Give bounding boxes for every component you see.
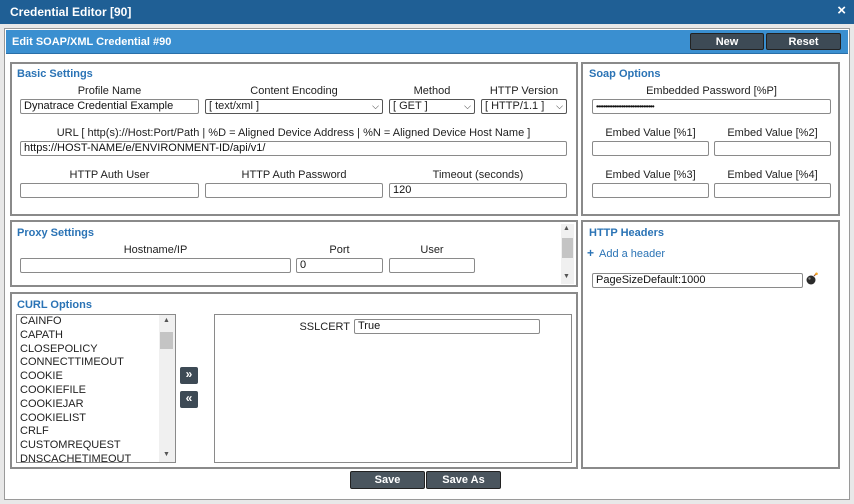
header-input[interactable]: PageSizeDefault:1000 bbox=[592, 273, 803, 288]
close-icon[interactable]: × bbox=[837, 0, 846, 22]
embed-value-1-label: Embed Value [%1] bbox=[605, 127, 696, 139]
scroll-up-icon[interactable]: ▲ bbox=[163, 317, 170, 324]
embed-value-3-label: Embed Value [%3] bbox=[605, 169, 696, 181]
save-button[interactable]: Save bbox=[350, 471, 425, 489]
http-headers-title: HTTP Headers bbox=[589, 227, 664, 239]
add-header-link[interactable]: Add a header bbox=[599, 248, 665, 260]
list-item[interactable]: COOKIELIST bbox=[17, 412, 175, 426]
proxy-user-input[interactable] bbox=[389, 258, 475, 273]
new-button[interactable]: New bbox=[690, 33, 764, 50]
embed-value-4-input[interactable] bbox=[714, 183, 831, 198]
method-select[interactable]: [ GET ] ⌵ bbox=[389, 99, 475, 114]
proxy-user-label: User bbox=[420, 244, 444, 256]
embedded-password-input[interactable]: •••••••••••••••••••••••••••••••• bbox=[592, 99, 831, 114]
embed-value-4-label: Embed Value [%4] bbox=[727, 169, 818, 181]
auth-password-input[interactable] bbox=[205, 183, 383, 198]
url-input[interactable]: https://HOST-NAME/e/ENVIRONMENT-ID/api/v… bbox=[20, 141, 567, 156]
curl-scroll-thumb[interactable] bbox=[160, 332, 173, 349]
proxy-settings-title: Proxy Settings bbox=[17, 227, 95, 239]
method-label: Method bbox=[413, 85, 451, 97]
auth-user-label: HTTP Auth User bbox=[69, 169, 150, 181]
embedded-password-label: Embedded Password [%P] bbox=[646, 85, 777, 97]
list-item[interactable]: CUSTOMREQUEST bbox=[17, 439, 175, 453]
save-as-button[interactable]: Save As bbox=[426, 471, 501, 489]
window-title: Credential Editor [90] bbox=[0, 0, 854, 24]
chevron-down-icon: ⌵ bbox=[464, 101, 471, 111]
list-item[interactable]: CONNECTTIMEOUT bbox=[17, 356, 175, 370]
embed-value-1-input[interactable] bbox=[592, 141, 709, 156]
curl-options-list[interactable]: CAINFO CAPATH CLOSEPOLICY CONNECTTIMEOUT… bbox=[16, 314, 176, 463]
method-value: [ GET ] bbox=[393, 100, 428, 112]
editor-title: Edit SOAP/XML Credential #90 bbox=[12, 36, 172, 48]
sslcert-input[interactable]: True bbox=[354, 319, 540, 334]
list-item[interactable]: COOKIEJAR bbox=[17, 398, 175, 412]
list-item[interactable]: COOKIE bbox=[17, 370, 175, 384]
timeout-label: Timeout (seconds) bbox=[432, 169, 524, 181]
proxy-hostname-label: Hostname/IP bbox=[123, 244, 188, 256]
auth-password-label: HTTP Auth Password bbox=[241, 169, 347, 181]
scroll-down-icon[interactable]: ▼ bbox=[163, 451, 170, 458]
proxy-port-label: Port bbox=[329, 244, 350, 256]
embed-value-2-input[interactable] bbox=[714, 141, 831, 156]
timeout-input[interactable]: 120 bbox=[389, 183, 567, 198]
list-item[interactable]: COOKIEFILE bbox=[17, 384, 175, 398]
scroll-up-icon[interactable]: ▲ bbox=[563, 225, 570, 232]
list-item[interactable]: CLOSEPOLICY bbox=[17, 343, 175, 357]
url-label: URL [ http(s)://Host:Port/Path | %D = Al… bbox=[56, 127, 531, 139]
scroll-down-icon[interactable]: ▼ bbox=[563, 273, 570, 280]
curl-options-title: CURL Options bbox=[17, 299, 92, 311]
bomb-icon[interactable] bbox=[805, 272, 819, 286]
list-item[interactable]: CAINFO bbox=[17, 315, 175, 329]
http-version-value: [ HTTP/1.1 ] bbox=[485, 100, 545, 112]
list-item[interactable]: CRLF bbox=[17, 425, 175, 439]
proxy-scroll-thumb[interactable] bbox=[562, 238, 573, 258]
embed-value-3-input[interactable] bbox=[592, 183, 709, 198]
list-item[interactable]: DNSCACHETIMEOUT bbox=[17, 453, 175, 462]
proxy-hostname-input[interactable] bbox=[20, 258, 291, 273]
list-item[interactable]: CAPATH bbox=[17, 329, 175, 343]
chevron-down-icon: ⌵ bbox=[556, 101, 563, 111]
content-encoding-select[interactable]: [ text/xml ] ⌵ bbox=[205, 99, 383, 114]
embed-value-2-label: Embed Value [%2] bbox=[727, 127, 818, 139]
reset-button[interactable]: Reset bbox=[766, 33, 841, 50]
content-encoding-label: Content Encoding bbox=[250, 85, 338, 97]
basic-settings-title: Basic Settings bbox=[17, 68, 93, 80]
profile-name-input[interactable]: Dynatrace Credential Example bbox=[20, 99, 199, 114]
selected-options-box bbox=[214, 314, 572, 463]
add-option-button[interactable]: » bbox=[180, 367, 198, 384]
sslcert-label: SSLCERT bbox=[299, 321, 350, 333]
soap-options-title: Soap Options bbox=[589, 68, 661, 80]
auth-user-input[interactable] bbox=[20, 183, 199, 198]
http-version-select[interactable]: [ HTTP/1.1 ] ⌵ bbox=[481, 99, 567, 114]
proxy-port-input[interactable]: 0 bbox=[296, 258, 383, 273]
profile-name-label: Profile Name bbox=[77, 85, 142, 97]
chevron-down-icon: ⌵ bbox=[372, 101, 379, 111]
content-encoding-value: [ text/xml ] bbox=[209, 100, 260, 112]
plus-icon[interactable]: + bbox=[587, 246, 594, 260]
remove-option-button[interactable]: « bbox=[180, 391, 198, 408]
http-version-label: HTTP Version bbox=[489, 85, 559, 97]
